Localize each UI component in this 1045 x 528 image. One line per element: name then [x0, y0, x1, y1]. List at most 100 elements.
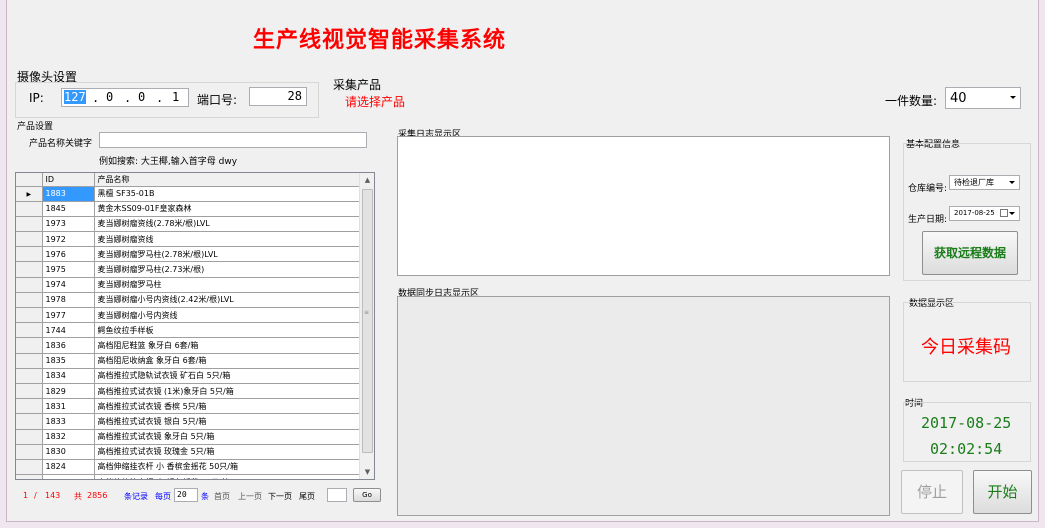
- cell-id[interactable]: 1829: [42, 383, 95, 400]
- cell-id[interactable]: 1744: [42, 322, 95, 339]
- row-header[interactable]: [16, 201, 43, 217]
- warehouse-select[interactable]: 待检退厂库: [949, 175, 1020, 190]
- cell-id[interactable]: 1977: [42, 307, 95, 324]
- table-row[interactable]: 1975 麦当娜树瘤罗马柱(2.73米/根): [16, 261, 361, 278]
- cell-id[interactable]: 1825: [42, 474, 95, 479]
- cell-product-name[interactable]: 黄金木SS09-01F皇家森林: [94, 201, 361, 217]
- cell-product-name[interactable]: 黑檀 SF35-01B: [94, 186, 361, 202]
- cell-id[interactable]: 1824: [42, 459, 95, 476]
- row-header[interactable]: [16, 353, 43, 369]
- row-header[interactable]: [16, 216, 43, 233]
- ip-octet-4[interactable]: 1: [172, 90, 179, 104]
- cell-product-name[interactable]: 高档伸缩挂衣杆 小 银色摇花 50只/箱: [94, 474, 361, 479]
- row-header[interactable]: [16, 307, 43, 324]
- cell-product-name[interactable]: 麦当娜树瘤资线: [94, 231, 361, 248]
- table-row[interactable]: 1845 黄金木SS09-01F皇家森林: [16, 201, 361, 217]
- table-row[interactable]: 1835 高档阻尼收纳盒 象牙白 6套/箱: [16, 353, 361, 369]
- column-header-name[interactable]: 产品名称: [94, 173, 361, 187]
- row-header[interactable]: [16, 459, 43, 476]
- table-row[interactable]: 1976 麦当娜树瘤罗马柱(2.78米/根)LVL: [16, 246, 361, 263]
- table-row[interactable]: 1836 高档阻尼鞋篮 象牙白 6套/箱: [16, 337, 361, 354]
- column-header-id[interactable]: ID: [42, 173, 95, 187]
- table-row[interactable]: 1978 麦当娜树瘤小号内资线(2.42米/根)LVL: [16, 292, 361, 309]
- row-header[interactable]: [16, 398, 43, 415]
- fetch-remote-data-button[interactable]: 获取远程数据: [922, 231, 1018, 275]
- start-button[interactable]: 开始: [973, 470, 1032, 514]
- goto-page-input[interactable]: [327, 488, 347, 502]
- row-header[interactable]: [16, 277, 43, 293]
- cell-product-name[interactable]: 高档阻尼收纳盒 象牙白 6套/箱: [94, 353, 361, 369]
- row-header[interactable]: [16, 337, 43, 354]
- ip-octet-3[interactable]: 0: [138, 90, 145, 104]
- row-header[interactable]: [16, 413, 43, 430]
- table-row[interactable]: 1830 高档推拉式试衣镜 玫瑰金 5只/箱: [16, 444, 361, 460]
- table-row[interactable]: 1744 鳄鱼纹拉手样板: [16, 322, 361, 339]
- table-row[interactable]: 1834 高档推拉式隐轨试衣镜 矿石白 5只/箱: [16, 368, 361, 384]
- next-page-link[interactable]: 下一页: [268, 491, 292, 502]
- cell-id[interactable]: 1973: [42, 216, 95, 233]
- table-row[interactable]: 1833 高档推拉式试衣镜 银白 5只/箱: [16, 413, 361, 430]
- table-row[interactable]: ▶ 1883 黑檀 SF35-01B: [16, 186, 361, 202]
- product-grid[interactable]: ID 产品名称 ▶ 1883 黑檀 SF35-01B 1845 黄金木SS09-01F皇…: [15, 172, 375, 480]
- row-header[interactable]: [16, 246, 43, 263]
- table-row[interactable]: 1825高档伸缩挂衣杆 小 银色摇花 50只/箱: [16, 474, 361, 479]
- scroll-down-icon[interactable]: ▼: [360, 465, 374, 479]
- table-row[interactable]: 1977 麦当娜树瘤小号内资线: [16, 307, 361, 324]
- first-page-link[interactable]: 首页: [214, 491, 230, 502]
- prev-page-link[interactable]: 上一页: [238, 491, 262, 502]
- go-button[interactable]: Go: [353, 488, 381, 502]
- cell-product-name[interactable]: 高档伸缩挂衣杆 小 香槟金摇花 50只/箱: [94, 459, 361, 476]
- table-row[interactable]: 1973 麦当娜树瘤资线(2.78米/根)LVL: [16, 216, 361, 233]
- cell-product-name[interactable]: 麦当娜树瘤小号内资线(2.42米/根)LVL: [94, 292, 361, 309]
- table-row[interactable]: 1972 麦当娜树瘤资线: [16, 231, 361, 248]
- cell-id[interactable]: 1832: [42, 429, 95, 445]
- cell-product-name[interactable]: 麦当娜树瘤资线(2.78米/根)LVL: [94, 216, 361, 233]
- stop-button[interactable]: 停止: [901, 470, 963, 514]
- table-row[interactable]: 1832 高档推拉式试衣镜 象牙白 5只/箱: [16, 429, 361, 445]
- cell-product-name[interactable]: 麦当娜树瘤罗马柱(2.73米/根): [94, 261, 361, 278]
- table-row[interactable]: 1974 麦当娜树瘤罗马柱: [16, 277, 361, 293]
- product-select-placeholder[interactable]: 请选择产品: [345, 93, 405, 110]
- cell-id[interactable]: 1975: [42, 261, 95, 278]
- row-header[interactable]: [16, 429, 43, 445]
- cell-id[interactable]: 1836: [42, 337, 95, 354]
- row-header[interactable]: [16, 322, 43, 339]
- keyword-input[interactable]: [99, 132, 367, 148]
- cell-id[interactable]: 1835: [42, 353, 95, 369]
- sync-log-area[interactable]: [397, 296, 890, 516]
- cell-id[interactable]: 1974: [42, 277, 95, 293]
- cell-id[interactable]: 1830: [42, 444, 95, 460]
- row-header[interactable]: [16, 444, 43, 460]
- table-row[interactable]: 1831 高档推拉式试衣镜 香槟 5只/箱: [16, 398, 361, 415]
- date-picker[interactable]: 2017-08-25: [949, 206, 1020, 221]
- cell-id[interactable]: 1972: [42, 231, 95, 248]
- ip-address-input[interactable]: 127 . 0 . 0 . 1: [61, 88, 189, 107]
- cell-product-name[interactable]: 高档推拉式试衣镜 (1米)象牙白 5只/箱: [94, 383, 361, 400]
- cell-product-name[interactable]: 高档推拉式试衣镜 玫瑰金 5只/箱: [94, 444, 361, 460]
- cell-product-name[interactable]: 高档推拉式试衣镜 香槟 5只/箱: [94, 398, 361, 415]
- row-header[interactable]: [16, 383, 43, 400]
- last-page-link[interactable]: 尾页: [299, 491, 315, 502]
- collect-log-area[interactable]: [397, 136, 890, 276]
- table-row[interactable]: 1824 高档伸缩挂衣杆 小 香槟金摇花 50只/箱: [16, 459, 361, 476]
- row-header[interactable]: [16, 261, 43, 278]
- row-header[interactable]: [16, 292, 43, 309]
- calendar-icon[interactable]: [1000, 209, 1008, 217]
- cell-product-name[interactable]: 麦当娜树瘤小号内资线: [94, 307, 361, 324]
- scrollbar-thumb[interactable]: [362, 189, 373, 453]
- per-page-input[interactable]: 20: [174, 488, 198, 502]
- scroll-up-icon[interactable]: ▲: [360, 173, 374, 187]
- row-header[interactable]: [16, 368, 43, 384]
- cell-product-name[interactable]: 麦当娜树瘤罗马柱: [94, 277, 361, 293]
- row-header[interactable]: [16, 474, 43, 479]
- ip-octet-2[interactable]: 0: [106, 90, 113, 104]
- cell-product-name[interactable]: 鳄鱼纹拉手样板: [94, 322, 361, 339]
- table-row[interactable]: 1829 高档推拉式试衣镜 (1米)象牙白 5只/箱: [16, 383, 361, 400]
- cell-product-name[interactable]: 高档推拉式试衣镜 银白 5只/箱: [94, 413, 361, 430]
- row-header[interactable]: [16, 231, 43, 248]
- cell-id[interactable]: 1845: [42, 201, 95, 217]
- row-header[interactable]: ▶: [16, 186, 43, 202]
- cell-id[interactable]: 1833: [42, 413, 95, 430]
- grid-scrollbar[interactable]: ▲ ≡ ▼: [359, 173, 374, 479]
- cell-id[interactable]: 1834: [42, 368, 95, 384]
